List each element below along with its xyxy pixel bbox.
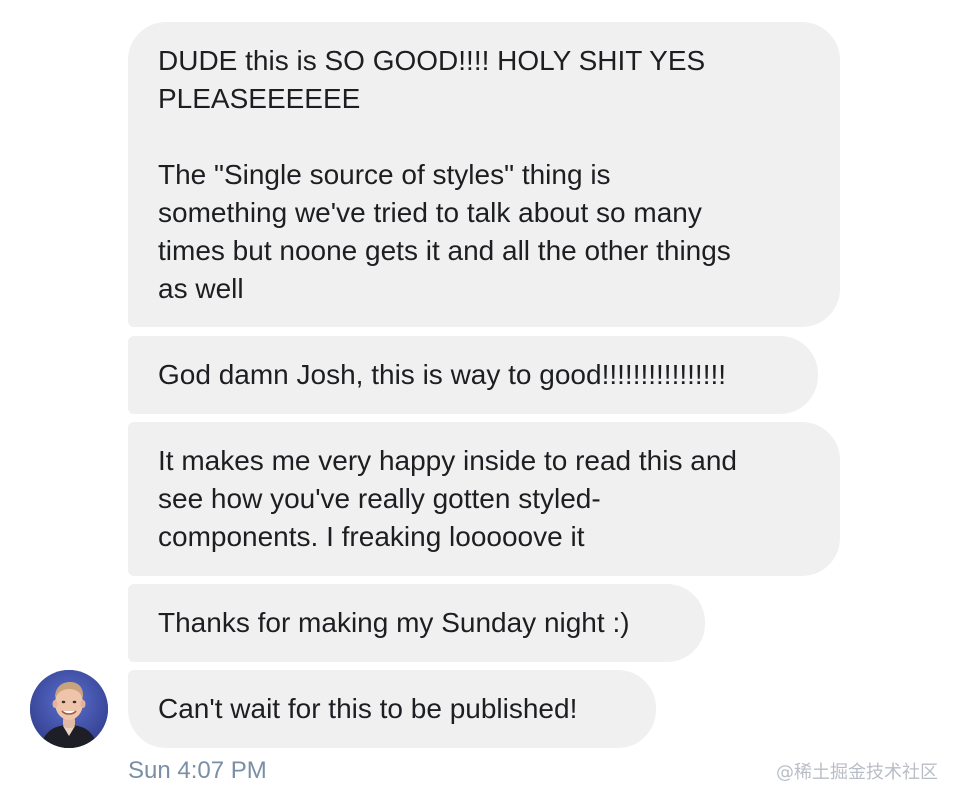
message-thread: DUDE this is SO GOOD!!!! HOLY SHIT YES P… [0,0,958,806]
message-bubble[interactable]: God damn Josh, this is way to good!!!!!!… [128,336,818,414]
message-bubble[interactable]: Can't wait for this to be published! [128,670,656,748]
message-bubble[interactable]: Thanks for making my Sunday night :) [128,584,705,662]
message-timestamp: Sun 4:07 PM [128,757,267,784]
person-avatar-icon [30,670,108,748]
message-bubble[interactable]: It makes me very happy inside to read th… [128,422,840,576]
sender-avatar[interactable] [30,670,108,748]
watermark: @稀土掘金技术社区 [776,762,938,783]
message-bubble[interactable]: DUDE this is SO GOOD!!!! HOLY SHIT YES P… [128,22,840,327]
